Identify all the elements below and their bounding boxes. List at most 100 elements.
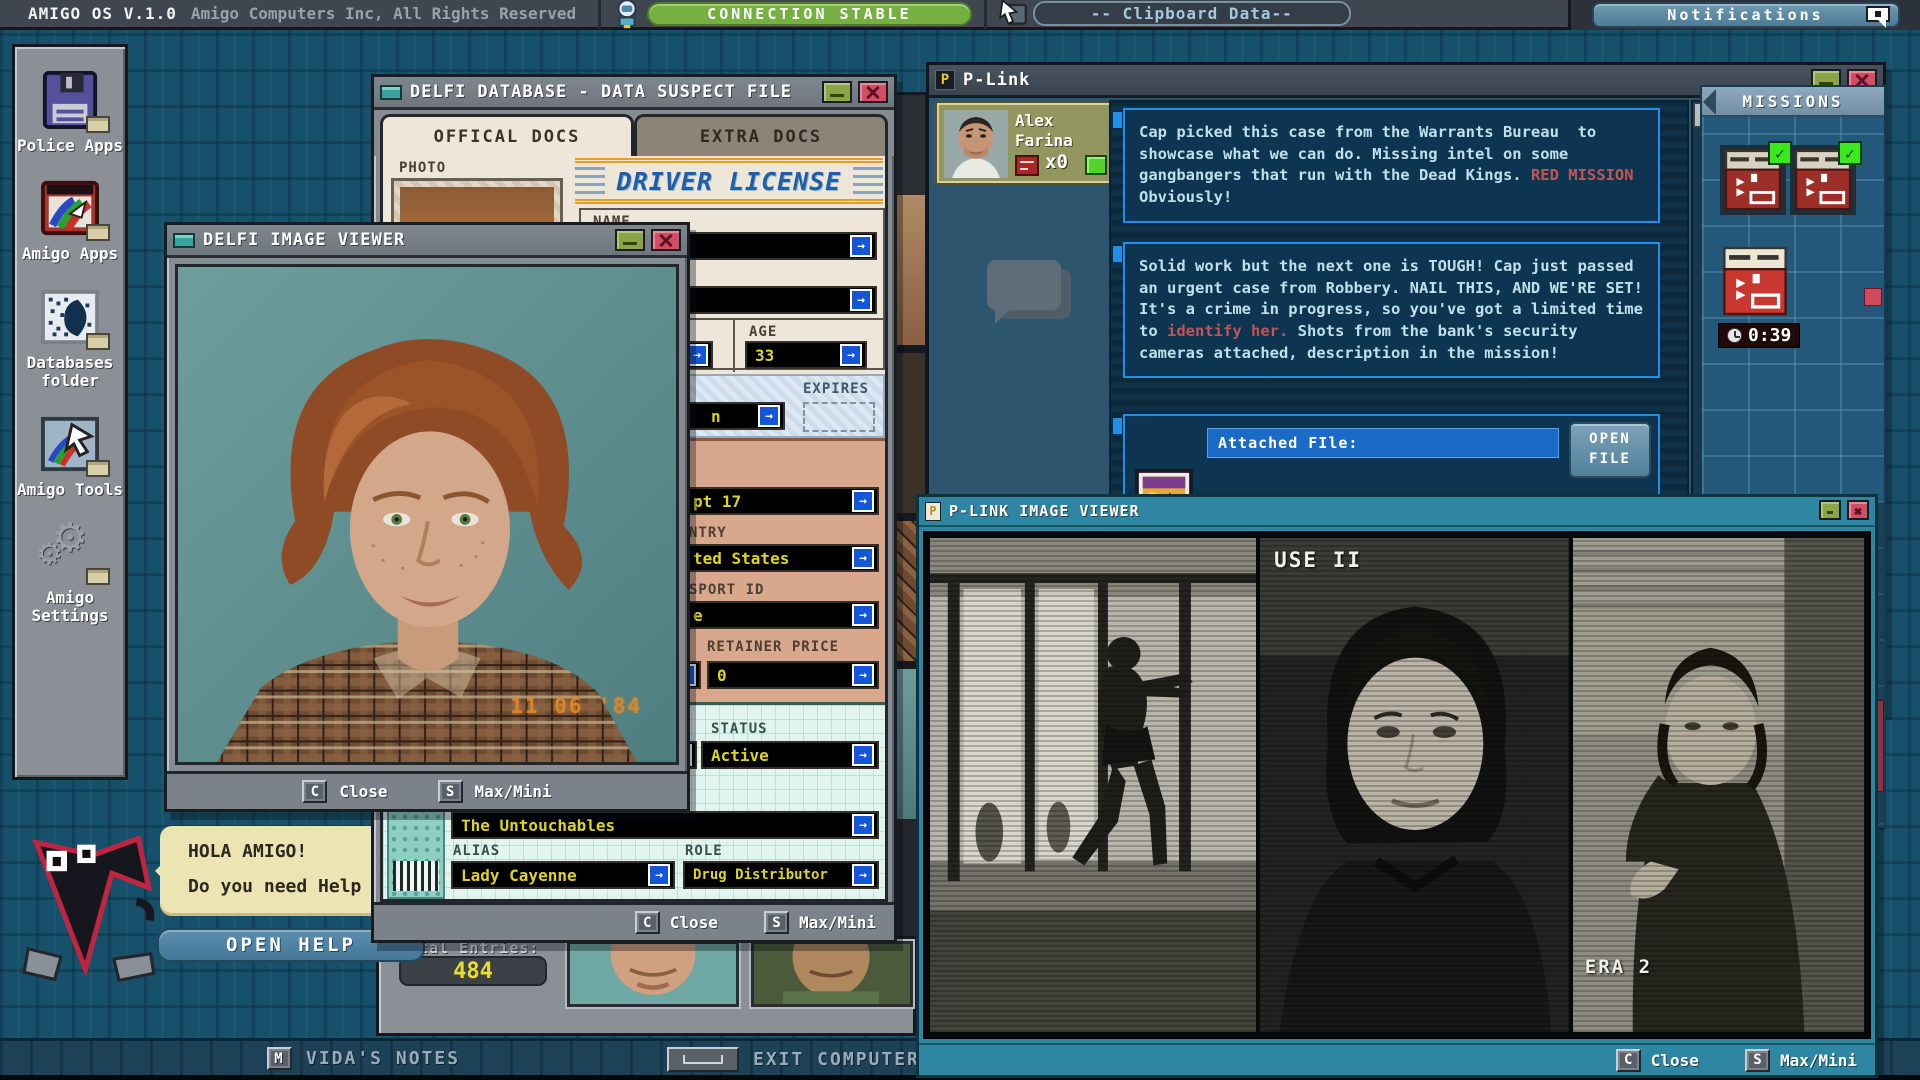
sidebar-item-amigo-apps[interactable]: Amigo Apps	[14, 179, 126, 263]
open-file-button[interactable]: OPEN FILE	[1569, 422, 1651, 478]
sidebar-item-databases-folder[interactable]: Databases folder	[14, 288, 126, 391]
close-button[interactable]	[858, 81, 888, 103]
mission-complete-check-icon	[1838, 141, 1862, 165]
field-action-icon[interactable]	[852, 547, 874, 569]
contact-last-name: Farina	[1015, 131, 1073, 150]
age-input[interactable]: 33	[745, 341, 867, 369]
panel-collapse-arrow-icon[interactable]	[1690, 89, 1716, 115]
retainer-price-label: RETAINER PRICE	[707, 639, 839, 655]
folder-badge-icon	[86, 333, 110, 350]
field-action-icon[interactable]	[852, 490, 874, 512]
desktop-sidebar: Police Apps Amigo Apps Databases folder …	[12, 44, 128, 780]
alias-input[interactable]: Lady Cayenne	[451, 861, 675, 889]
close-key-icon[interactable]: C	[635, 911, 660, 934]
field-action-icon[interactable]	[852, 744, 874, 766]
field-action-icon[interactable]	[852, 664, 874, 686]
field-action-icon[interactable]	[850, 235, 872, 257]
role-input[interactable]: Drug Distributor	[683, 861, 879, 889]
contact-avatar	[944, 110, 1008, 178]
m-key-icon: M	[267, 1047, 292, 1070]
field-action-icon[interactable]	[852, 864, 874, 886]
suspect-thumbnail[interactable]	[567, 941, 739, 1007]
rgb-screen-icon	[38, 179, 102, 237]
field-action-icon[interactable]	[850, 289, 872, 311]
role-value: Drug Distributor	[693, 867, 828, 883]
tab-extra-docs[interactable]: EXTRA DOCS	[634, 114, 888, 156]
sidebar-item-police-apps[interactable]: Police Apps	[14, 71, 126, 155]
chat-watermark-icon	[987, 260, 1061, 310]
mission-icon-active[interactable]	[1722, 245, 1788, 317]
vida-mascot[interactable]	[18, 828, 166, 992]
max-mini-key-icon[interactable]: S	[764, 911, 789, 934]
close-key-icon[interactable]: C	[302, 780, 327, 803]
total-entries-value: 484	[399, 956, 547, 986]
notifications-button[interactable]: Notifications	[1592, 2, 1900, 28]
close-button[interactable]	[651, 229, 681, 251]
country-label: NTRY	[689, 525, 727, 541]
divider	[984, 0, 987, 29]
camera-shot-running	[930, 538, 1256, 1032]
security-camera-shots: USE II ERA 2	[923, 531, 1871, 1039]
delfi-viewer-titlebar[interactable]: DELFI IMAGE VIEWER	[167, 225, 687, 258]
minimize-button[interactable]	[822, 81, 852, 103]
spacebar-key-icon	[667, 1047, 739, 1072]
max-mini-key-icon[interactable]: S	[438, 780, 463, 803]
status-input[interactable]: Active	[701, 741, 879, 769]
gears-icon: ⚙ ⚙	[38, 523, 102, 581]
contact-first-name: Alex	[1015, 111, 1054, 130]
sidebar-item-amigo-tools[interactable]: Amigo Tools	[14, 415, 126, 499]
pixel-face-icon	[38, 288, 102, 346]
minimize-button[interactable]	[1819, 500, 1841, 520]
mission-counter-icon	[1015, 155, 1039, 176]
mission-icon-complete[interactable]	[1794, 149, 1852, 211]
field-action-icon[interactable]	[852, 814, 874, 836]
document-tabs: OFFICAL DOCS EXTRA DOCS	[374, 110, 894, 156]
folder-badge-icon	[86, 460, 110, 477]
max-mini-key-icon[interactable]: S	[1745, 1049, 1770, 1072]
exit-computer-shortcut[interactable]: EXIT COMPUTER	[667, 1047, 920, 1072]
clipboard-data-button[interactable]: -- Clipboard Data--	[1033, 1, 1351, 26]
organization-input[interactable]: The Untouchables	[451, 811, 879, 839]
role-label: ROLE	[685, 843, 723, 859]
sidebar-label: Police Apps	[14, 137, 126, 155]
age-label: AGE	[749, 324, 777, 340]
folder-badge-icon	[86, 568, 110, 585]
close-key-icon[interactable]: C	[1616, 1049, 1641, 1072]
floppy-disk-icon	[38, 71, 102, 129]
message-text-red: RED MISSION	[1531, 166, 1634, 184]
organization-value: The Untouchables	[461, 816, 615, 835]
tab-official-docs[interactable]: OFFICAL DOCS	[380, 114, 634, 156]
photo-label: PHOTO	[399, 160, 446, 176]
field-action-icon[interactable]	[648, 864, 670, 886]
retainer-price-input[interactable]: 0	[707, 661, 879, 689]
rgb-cursor-icon	[38, 415, 102, 473]
astronaut-icon	[613, 0, 641, 28]
suspect-gallery-footer: Total Entries: 484	[376, 936, 916, 1036]
desktop: AMIGO OS V.1.0 Amigo Computers Inc, All …	[0, 0, 1920, 1080]
cursor-icon	[999, 0, 1027, 28]
sidebar-item-amigo-settings[interactable]: ⚙ ⚙ Amigo Settings	[14, 523, 126, 626]
expires-label: EXPIRES	[803, 381, 869, 397]
expires-stamp-box	[803, 402, 875, 432]
field-action-icon[interactable]	[852, 604, 874, 626]
retainer-value: 0	[717, 666, 727, 685]
image-file-icon	[925, 502, 941, 521]
suspect-thumbnail[interactable]	[751, 941, 913, 1007]
sidebar-label: Amigo Tools	[14, 481, 126, 499]
mission-icon-complete[interactable]	[1724, 149, 1782, 211]
image-viewer-app-icon	[173, 233, 195, 248]
field-action-icon[interactable]	[758, 405, 780, 427]
contact-card-alex-farina[interactable]: Alex Farina x0	[937, 103, 1111, 183]
city-value-fragment: n	[711, 407, 721, 426]
close-button[interactable]	[1847, 500, 1869, 520]
plink-viewer-titlebar[interactable]: P-LINK IMAGE VIEWER	[919, 497, 1875, 527]
vidas-notes-shortcut[interactable]: M VIDA'S NOTES	[267, 1047, 460, 1070]
database-app-icon	[380, 85, 402, 100]
dob-value-fragment: pt 17	[693, 492, 741, 511]
connection-status-badge: CONNECTION STABLE	[647, 2, 972, 26]
minimize-button[interactable]	[615, 229, 645, 251]
field-action-icon[interactable]	[840, 344, 862, 366]
delfi-db-titlebar[interactable]: DELFI DATABASE - DATA SUSPECT FILE	[374, 77, 894, 110]
scrollbar-fragment	[1864, 288, 1882, 306]
missions-header[interactable]: MISSIONS	[1702, 87, 1884, 117]
